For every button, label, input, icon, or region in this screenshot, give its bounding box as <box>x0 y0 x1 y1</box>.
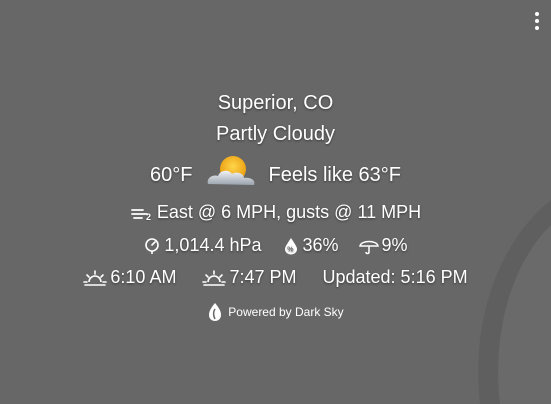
sunset-time: 7:47 PM <box>229 267 297 287</box>
feels-like-temperature: Feels like 63°F <box>268 163 401 186</box>
svg-text:%: % <box>287 246 294 253</box>
location-name: Superior, CO <box>217 92 334 114</box>
updated-time: Updated: 5:16 PM <box>322 267 468 287</box>
pressure-value: 1,014.4 hPa <box>164 235 262 255</box>
humidity-icon: % <box>284 237 297 254</box>
temperature-row: 60°F Feels like 63°F <box>0 154 551 196</box>
powered-by-link[interactable]: Powered by Dark Sky <box>0 302 551 322</box>
sunset-icon <box>202 269 227 286</box>
weather-condition: Partly Cloudy <box>216 123 335 145</box>
sunrise-icon <box>83 269 108 286</box>
current-temperature: 60°F <box>150 163 193 186</box>
sunrise-info: 6:10 AM <box>83 267 176 288</box>
dark-sky-logo-icon <box>209 303 222 321</box>
more-vertical-icon[interactable] <box>533 12 541 30</box>
barometer-icon <box>145 237 160 254</box>
wind-row: 2 East @ 6 MPH, gusts @ 11 MPH <box>0 202 551 223</box>
svg-text:2: 2 <box>146 212 151 221</box>
humidity-value: 36% <box>302 235 339 255</box>
precip-value: 9% <box>381 235 408 255</box>
weather-widget: Superior, CO Partly Cloudy 60°F Feels li… <box>0 0 551 404</box>
pressure-info: 1,014.4 hPa <box>143 235 262 256</box>
wind-icon: 2 <box>130 208 151 221</box>
wind-info: 2 East @ 6 MPH, gusts @ 11 MPH <box>130 202 421 223</box>
humidity-info: % 36% <box>282 235 339 256</box>
wind-text: East @ 6 MPH, gusts @ 11 MPH <box>156 202 422 222</box>
umbrella-icon <box>358 240 379 254</box>
pressure-row: 1,014.4 hPa % 36% 9% <box>0 235 551 256</box>
powered-by-text: Powered by Dark Sky <box>228 305 344 319</box>
sunset-info: 7:47 PM <box>202 267 297 288</box>
precip-info: 9% <box>358 235 408 256</box>
sunrise-time: 6:10 AM <box>110 267 177 287</box>
sun-row: 6:10 AM 7:47 PM Updated: 5:16 PM <box>0 267 551 288</box>
partly-cloudy-day-icon <box>202 154 260 196</box>
